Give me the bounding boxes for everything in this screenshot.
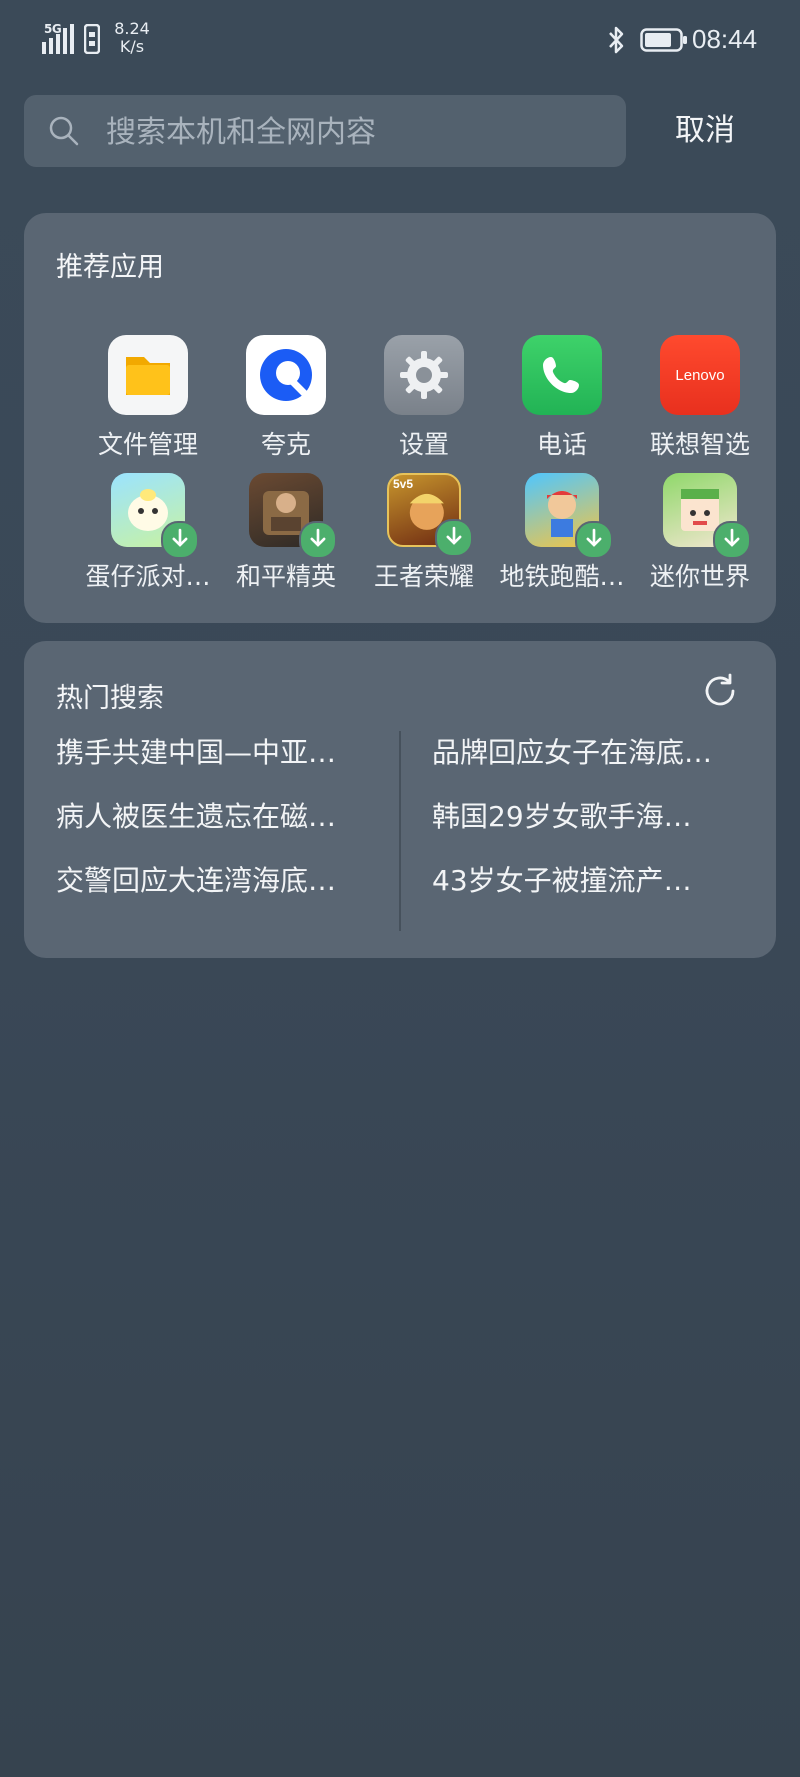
recommended-apps-card: 推荐应用 文件管理 夸克 设置 电话 Lenovo 联想智选 蛋仔派对… 和平精… bbox=[24, 213, 776, 623]
hot-search-right-column: 品牌回应女子在海底… 韩国29岁女歌手海… 43岁女子被撞流产… bbox=[432, 721, 748, 913]
hot-search-left-column: 携手共建中国—中亚… 病人被医生遗忘在磁… 交警回应大连湾海底… bbox=[56, 721, 372, 913]
app-lenovo[interactable]: Lenovo 联想智选 bbox=[631, 335, 769, 461]
app-label: 迷你世界 bbox=[649, 562, 750, 591]
refresh-icon[interactable] bbox=[702, 673, 738, 709]
mini-world-icon bbox=[663, 473, 751, 559]
app-label: 蛋仔派对… bbox=[85, 562, 211, 591]
clock: 08:44 bbox=[692, 24, 758, 54]
download-icon[interactable] bbox=[299, 521, 337, 559]
phone-icon bbox=[522, 335, 602, 415]
lenovo-logo-text: Lenovo bbox=[675, 366, 725, 384]
eggy-party-icon bbox=[111, 473, 199, 559]
hot-search-card: 热门搜索 携手共建中国—中亚… 病人被医生遗忘在磁… 交警回应大连湾海底… 品牌… bbox=[24, 641, 776, 958]
app-label: 电话 bbox=[536, 430, 587, 459]
app-peace-elite[interactable]: 和平精英 bbox=[217, 473, 355, 593]
app-label: 王者荣耀 bbox=[373, 562, 474, 591]
hot-search-item[interactable]: 43岁女子被撞流产… bbox=[432, 849, 748, 913]
hot-search-item[interactable]: 病人被医生遗忘在磁… bbox=[56, 785, 372, 849]
app-label: 设置 bbox=[398, 430, 449, 459]
honor-of-kings-badge: 5v5 bbox=[393, 477, 414, 491]
app-quark[interactable]: 夸克 bbox=[217, 335, 355, 461]
hot-search-title: 热门搜索 bbox=[56, 683, 164, 714]
quark-icon bbox=[246, 335, 326, 415]
files-icon bbox=[108, 335, 188, 415]
honor-of-kings-icon: 5v5 bbox=[387, 473, 473, 557]
network-type: 5G bbox=[44, 22, 62, 36]
hot-search-item[interactable]: 韩国29岁女歌手海… bbox=[432, 785, 748, 849]
battery-icon bbox=[640, 28, 687, 52]
app-mini-world[interactable]: 迷你世界 bbox=[631, 473, 769, 593]
lenovo-icon: Lenovo bbox=[660, 335, 740, 415]
app-phone[interactable]: 电话 bbox=[493, 335, 631, 461]
cancel-button[interactable]: 取消 bbox=[650, 95, 760, 167]
hot-search-item[interactable]: 交警回应大连湾海底… bbox=[56, 849, 372, 913]
app-files[interactable]: 文件管理 bbox=[79, 335, 217, 461]
app-settings[interactable]: 设置 bbox=[355, 335, 493, 461]
hot-search-item[interactable]: 携手共建中国—中亚… bbox=[56, 721, 372, 785]
hot-search-item[interactable]: 品牌回应女子在海底… bbox=[432, 721, 748, 785]
app-label: 文件管理 bbox=[97, 430, 198, 459]
recommended-apps-title: 推荐应用 bbox=[56, 252, 164, 283]
app-label: 地铁跑酷… bbox=[499, 562, 625, 591]
app-subway-surfers[interactable]: 地铁跑酷… bbox=[493, 473, 631, 593]
download-icon[interactable] bbox=[161, 521, 199, 559]
column-divider bbox=[399, 731, 401, 931]
search-icon bbox=[49, 116, 79, 146]
download-icon[interactable] bbox=[435, 519, 473, 557]
search-box[interactable] bbox=[24, 95, 626, 169]
network-speed: 8.24 K/s bbox=[114, 19, 150, 56]
settings-icon bbox=[384, 335, 464, 415]
status-bar: 5G 8.24 K/s 08:44 bbox=[0, 0, 800, 80]
download-icon[interactable] bbox=[713, 521, 751, 559]
search-input[interactable] bbox=[104, 95, 608, 169]
bluetooth-icon bbox=[609, 26, 624, 54]
subway-surfers-icon bbox=[525, 473, 613, 559]
peace-elite-icon bbox=[249, 473, 337, 559]
app-eggy-party[interactable]: 蛋仔派对… bbox=[79, 473, 217, 593]
app-label: 联想智选 bbox=[649, 430, 750, 459]
sim-icon bbox=[84, 24, 100, 54]
download-icon[interactable] bbox=[575, 521, 613, 559]
app-label: 和平精英 bbox=[235, 562, 336, 591]
app-label: 夸克 bbox=[260, 430, 311, 459]
app-honor-of-kings[interactable]: 5v5 王者荣耀 bbox=[355, 473, 493, 593]
